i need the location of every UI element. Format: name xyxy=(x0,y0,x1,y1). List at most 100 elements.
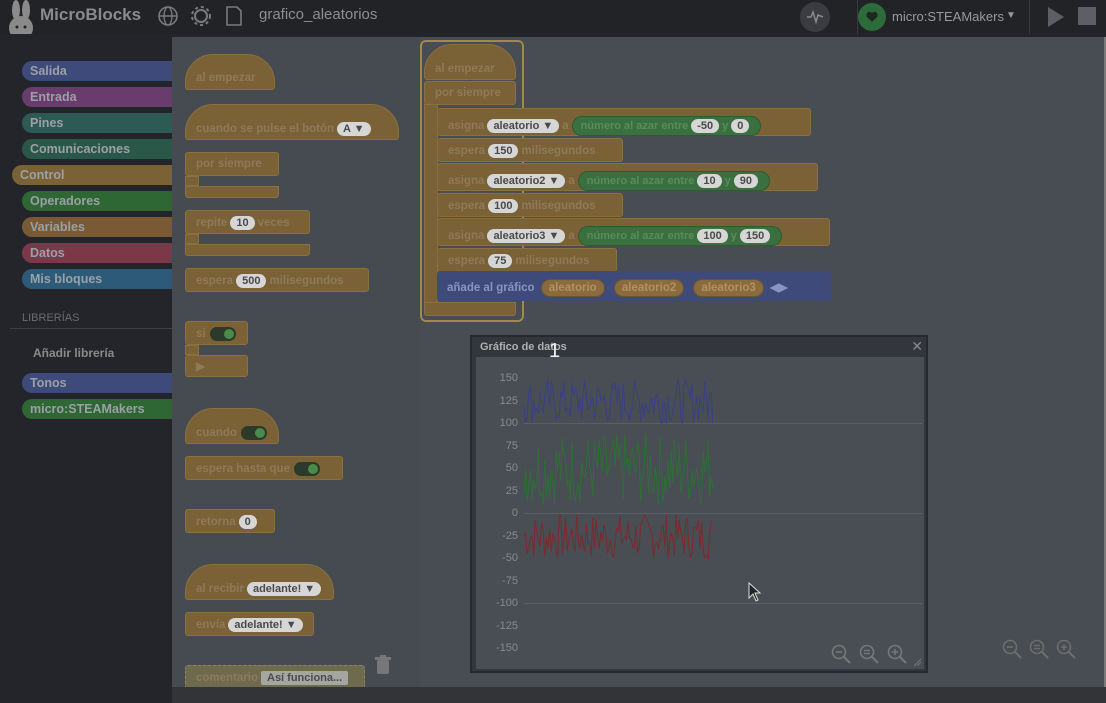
wait-ms-3[interactable]: 75 xyxy=(488,254,513,268)
button-dropdown[interactable]: A ▼ xyxy=(337,122,371,136)
play-icon[interactable] xyxy=(1046,6,1066,28)
category-comunicaciones[interactable]: Comunicaciones xyxy=(22,139,172,159)
script-forever-end xyxy=(424,302,516,316)
block-comment[interactable]: comentario Así funciona... xyxy=(185,665,365,689)
file-icon[interactable] xyxy=(223,5,245,27)
app-title: MicroBlocks xyxy=(40,5,142,24)
add-library-button[interactable]: Añadir librería xyxy=(33,346,114,360)
graph-window[interactable]: Gráfico de datos ✕ 1 150 125 100 75 50 25 0 -25… xyxy=(470,335,928,673)
random-max-3[interactable]: 150 xyxy=(739,229,771,243)
block-return[interactable]: retorna 0 xyxy=(185,509,275,533)
graph-var-1[interactable]: aleatorio xyxy=(540,279,605,297)
random-min-3[interactable]: 100 xyxy=(697,229,728,243)
block-if-else-toggle[interactable]: ▶ xyxy=(185,355,248,377)
series-line-aleatorio3 xyxy=(523,378,714,425)
script-wait-3[interactable]: espera 75 milisegundos xyxy=(437,248,617,272)
block-repeat[interactable]: repite 10 veces xyxy=(185,210,310,234)
close-icon[interactable]: ✕ xyxy=(911,338,923,355)
random-block-3[interactable]: número al azar entre 100 y 150 xyxy=(577,226,783,246)
globe-icon[interactable] xyxy=(157,5,179,27)
graph-icon xyxy=(807,9,824,25)
zoom-reset-icon[interactable] xyxy=(858,643,880,665)
script-forever[interactable]: por siempre xyxy=(424,81,516,105)
category-operadores[interactable]: Operadores xyxy=(22,191,172,211)
script-zoom-in-icon[interactable] xyxy=(1055,638,1077,660)
divider xyxy=(10,328,172,329)
category-entrada[interactable]: Entrada xyxy=(22,87,172,107)
script-assign-2[interactable]: asigna aleatorio2 ▼ a número al azar entre 1… xyxy=(437,163,818,191)
script-wait-1[interactable]: espera 150 milisegundos xyxy=(437,138,623,162)
script-zoom-out-icon[interactable] xyxy=(1001,638,1023,660)
boolean-toggle[interactable] xyxy=(293,462,320,476)
category-datos[interactable]: Datos xyxy=(22,243,172,263)
block-wait[interactable]: espera 500 milisegundos xyxy=(185,268,369,292)
category-control[interactable]: Control xyxy=(12,165,172,185)
random-min-2[interactable]: 10 xyxy=(697,174,722,188)
resize-handle-icon[interactable] xyxy=(912,657,922,667)
library-tonos[interactable]: Tonos xyxy=(22,373,172,393)
variable-dropdown-3[interactable]: aleatorio3 ▼ xyxy=(487,229,566,243)
repeat-count-input[interactable]: 10 xyxy=(230,216,255,230)
block-if[interactable]: si xyxy=(185,321,248,345)
top-bar: MicroBlocks grafico_aleatorios micro:STE… xyxy=(0,0,1106,40)
zoom-out-icon[interactable] xyxy=(830,643,852,665)
random-max-1[interactable]: 0 xyxy=(731,119,750,133)
graph-var-3[interactable]: aleatorio3 xyxy=(693,279,764,297)
block-when-button-pressed[interactable]: cuando se pulse el botón A ▼ xyxy=(185,104,399,140)
series-line-aleatorio xyxy=(523,514,713,560)
script-wait-2[interactable]: espera 100 milisegundos xyxy=(437,193,623,217)
return-value-input[interactable]: 0 xyxy=(238,515,257,529)
script-zoom-reset-icon[interactable] xyxy=(1028,638,1050,660)
variable-dropdown-1[interactable]: aleatorio ▼ xyxy=(487,119,560,133)
boolean-toggle[interactable] xyxy=(209,327,236,341)
board-status-icon xyxy=(858,3,886,31)
chevron-down-icon: ▼ xyxy=(1006,10,1016,21)
graph-plot-area: 150 125 100 75 50 25 0 -25 -50 -75 -100 -125 -150 xyxy=(476,357,924,669)
boolean-toggle[interactable] xyxy=(240,426,267,440)
script-when-started[interactable]: al empezar xyxy=(424,44,516,80)
board-name: micro:STEAMakers xyxy=(892,9,1004,24)
library-microsteamakers[interactable]: micro:STEAMakers xyxy=(22,399,172,419)
category-variables[interactable]: Variables xyxy=(22,217,172,237)
variable-dropdown-2[interactable]: aleatorio2 ▼ xyxy=(487,174,566,188)
project-name[interactable]: grafico_aleatorios xyxy=(259,6,377,23)
stop-icon[interactable] xyxy=(1078,7,1096,25)
trash-icon[interactable] xyxy=(374,655,392,675)
category-mis-bloques[interactable]: Mis bloques xyxy=(22,269,172,289)
send-message-dropdown[interactable]: adelante! ▼ xyxy=(228,618,303,632)
series-line-aleatorio2 xyxy=(523,433,714,505)
script-assign-3[interactable]: asigna aleatorio3 ▼ a número al azar entre 1… xyxy=(437,218,830,246)
wait-ms-input[interactable]: 500 xyxy=(236,274,267,288)
graph-var-2[interactable]: aleatorio2 xyxy=(613,279,685,297)
status-bar xyxy=(172,687,1106,703)
board-selector[interactable]: micro:STEAMakers ▼ xyxy=(857,0,1030,34)
graph-lines xyxy=(523,378,714,560)
block-when-receive[interactable]: al recibir adelante! ▼ xyxy=(185,564,334,600)
block-forever[interactable]: por siempre xyxy=(185,152,279,176)
category-pines[interactable]: Pines xyxy=(22,113,172,133)
category-salida[interactable]: Salida xyxy=(22,61,172,81)
zoom-in-icon[interactable] xyxy=(886,643,908,665)
comment-input[interactable]: Así funciona... xyxy=(261,671,349,685)
graph-button[interactable] xyxy=(800,2,830,32)
wait-ms-2[interactable]: 100 xyxy=(488,199,519,213)
block-forever-arm xyxy=(185,176,199,186)
receive-message-dropdown[interactable]: adelante! ▼ xyxy=(246,582,322,596)
arrows-left-right-icon[interactable]: ◀▶ xyxy=(770,282,788,294)
random-min-1[interactable]: -50 xyxy=(691,119,720,133)
block-when-condition[interactable]: cuando xyxy=(185,408,279,444)
random-block-2[interactable]: número al azar entre 10 y 90 xyxy=(577,171,770,191)
random-max-2[interactable]: 90 xyxy=(733,174,758,188)
block-send[interactable]: envía adelante! ▼ xyxy=(185,612,314,636)
block-repeat-end xyxy=(185,244,310,256)
block-when-started[interactable]: al empezar xyxy=(185,54,275,90)
chevron-right-icon[interactable]: ▶ xyxy=(196,361,205,373)
block-wait-until[interactable]: espera hasta que xyxy=(185,456,343,480)
script-add-to-graph[interactable]: añade al gráfico aleatorio aleatorio2 al… xyxy=(437,271,831,301)
script-forever-arm xyxy=(424,104,438,304)
gear-icon[interactable] xyxy=(190,5,212,27)
category-sidebar: Salida Entrada Pines Comunicaciones Cont… xyxy=(0,34,172,703)
script-assign-1[interactable]: asigna aleatorio ▼ a número al azar entre -5… xyxy=(437,108,811,136)
random-block-1[interactable]: número al azar entre -50 y 0 xyxy=(571,116,762,136)
wait-ms-1[interactable]: 150 xyxy=(488,144,519,158)
